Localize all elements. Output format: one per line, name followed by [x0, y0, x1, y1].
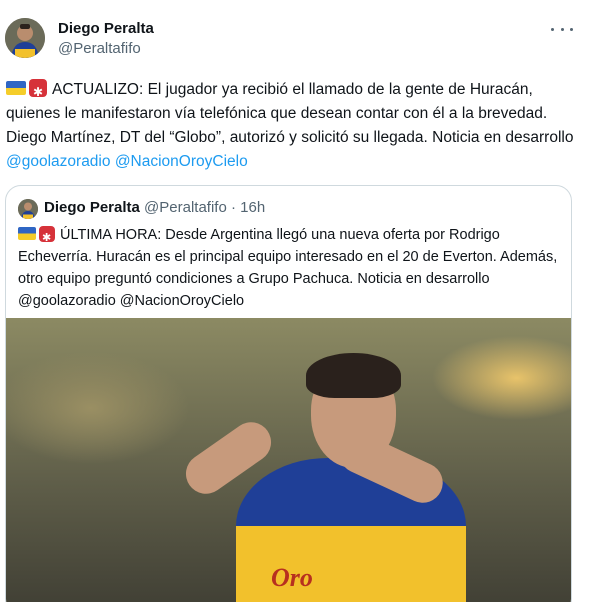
mention-link[interactable]: @NacionOroyCielo	[115, 153, 248, 170]
player-hair	[306, 353, 401, 398]
quote-text: ÚLTIMA HORA: Desde Argentina llegó una n…	[18, 224, 563, 312]
ukraine-flag-icon	[18, 227, 36, 240]
quoted-tweet[interactable]: Diego Peralta @Peraltafifo · 16h ÚLTIMA …	[5, 185, 572, 602]
tweet-body: ACTUALIZO: El jugador ya recibió el llam…	[6, 81, 574, 146]
siren-icon	[29, 79, 47, 104]
quote-separator: ·	[230, 199, 236, 216]
quote-body: ÚLTIMA HORA: Desde Argentina llegó una n…	[18, 227, 558, 309]
shirt-sponsor-text: Oro	[271, 563, 313, 592]
quote-header: Diego Peralta @Peraltafifo · 16h	[44, 199, 265, 216]
more-options-button[interactable]	[551, 22, 573, 36]
quote-author-handle[interactable]: @Peraltafifo	[144, 199, 227, 216]
quote-author-avatar[interactable]	[18, 199, 38, 219]
mention-link[interactable]: @goolazoradio	[6, 153, 111, 170]
ukraine-flag-icon	[6, 81, 26, 95]
siren-icon	[39, 226, 55, 249]
quote-timestamp[interactable]: 16h	[240, 199, 265, 216]
quote-author-name[interactable]: Diego Peralta	[44, 199, 140, 216]
author-avatar[interactable]	[5, 18, 45, 58]
more-horizontal-icon	[551, 27, 554, 31]
author-handle[interactable]: @Peraltafifo	[58, 40, 141, 57]
tweet-text: ACTUALIZO: El jugador ya recibió el llam…	[6, 78, 576, 174]
tweet: Diego Peralta @Peraltafifo ACTUALIZO: El…	[0, 0, 600, 602]
quote-media-image[interactable]: Oro	[6, 318, 571, 602]
author-name[interactable]: Diego Peralta	[58, 20, 154, 37]
